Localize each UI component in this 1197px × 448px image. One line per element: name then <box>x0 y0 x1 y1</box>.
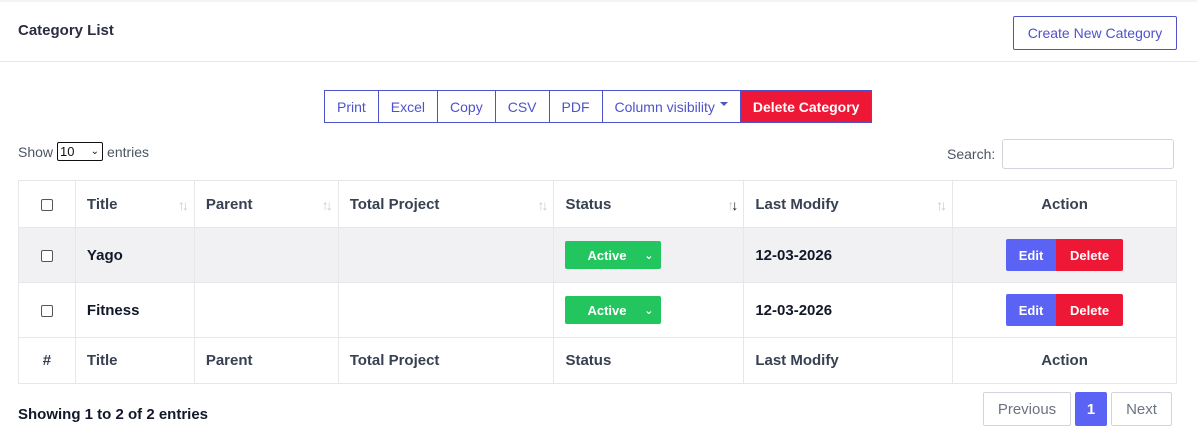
show-label: Show <box>18 143 54 160</box>
column-header-action: Action <box>952 180 1177 228</box>
column-visibility-label: Column visibility <box>614 98 715 115</box>
row-status-cell: Active ⌄ <box>553 227 745 283</box>
footer-status: Status <box>553 337 745 384</box>
entries-select[interactable]: 10 ⌄ <box>57 142 104 161</box>
create-category-button[interactable]: Create New Category <box>1013 16 1177 50</box>
row-actions: Edit Delete <box>952 282 1177 338</box>
sort-icon: ↑↓ <box>537 197 548 213</box>
row-total-project <box>337 282 555 338</box>
csv-button[interactable]: CSV <box>495 91 550 122</box>
status-value: Active <box>587 247 627 263</box>
row-total-project <box>337 227 555 283</box>
column-header-title[interactable]: Title ↑↓ <box>74 180 195 228</box>
footer-parent: Parent <box>193 337 339 384</box>
select-all-cell <box>18 180 76 228</box>
row-title: Yago <box>74 227 195 283</box>
delete-button[interactable]: Delete <box>1056 294 1124 326</box>
footer-action: Action <box>952 337 1177 384</box>
column-header-parent[interactable]: Parent ↑↓ <box>193 180 339 228</box>
row-last-modify: 12-03-2026 <box>743 227 954 283</box>
excel-button[interactable]: Excel <box>378 91 439 122</box>
entries-label: entries <box>107 143 150 160</box>
category-table: Title ↑↓ Parent ↑↓ Total Project ↑↓ Stat… <box>18 180 1177 384</box>
search-box: Search: <box>947 139 1175 169</box>
table-row: Fitness Active ⌄ 12-03-2026 Edit Delete <box>18 282 1177 338</box>
chevron-down-icon: ⌄ <box>644 249 654 262</box>
row-parent <box>193 227 339 283</box>
pagination: Previous 1 Next <box>983 392 1172 426</box>
chevron-down-icon: ⌄ <box>644 304 654 317</box>
card-header: Category List Create New Category <box>0 2 1197 62</box>
row-checkbox[interactable] <box>40 249 53 262</box>
sort-desc-icon: ↑↓ <box>727 197 738 213</box>
status-value: Active <box>587 302 627 318</box>
table-header-row: Title ↑↓ Parent ↑↓ Total Project ↑↓ Stat… <box>18 180 1177 228</box>
row-title: Fitness <box>74 282 195 338</box>
edit-button[interactable]: Edit <box>1006 294 1057 326</box>
next-page-button[interactable]: Next <box>1111 392 1172 426</box>
pdf-button[interactable]: PDF <box>549 91 603 122</box>
row-select-cell <box>18 282 76 338</box>
footer-hash: # <box>18 337 76 384</box>
row-status-cell: Active ⌄ <box>553 282 745 338</box>
entries-length: Show 10 ⌄ entries <box>18 142 149 161</box>
delete-button[interactable]: Delete <box>1056 239 1124 271</box>
status-select[interactable]: Active ⌄ <box>565 241 662 269</box>
row-last-modify: 12-03-2026 <box>743 282 954 338</box>
edit-button[interactable]: Edit <box>1006 239 1057 271</box>
row-select-cell <box>18 227 76 283</box>
print-button[interactable]: Print <box>325 91 379 122</box>
search-label: Search: <box>947 146 996 162</box>
footer-last-modify: Last Modify <box>743 337 954 384</box>
search-input[interactable] <box>1002 139 1175 169</box>
footer-title: Title <box>74 337 195 384</box>
previous-page-button[interactable]: Previous <box>983 392 1071 426</box>
footer-total-project: Total Project <box>337 337 555 384</box>
page-title: Category List <box>18 22 114 39</box>
column-visibility-button[interactable]: Column visibility <box>602 91 741 122</box>
sort-icon: ↑↓ <box>321 197 333 213</box>
column-header-last-modify[interactable]: Last Modify ↑↓ <box>743 180 954 228</box>
page-1-button[interactable]: 1 <box>1075 392 1107 426</box>
column-header-status[interactable]: Status ↑↓ <box>553 180 745 228</box>
status-select[interactable]: Active ⌄ <box>565 296 662 324</box>
select-all-checkbox[interactable] <box>40 198 53 211</box>
caret-down-icon <box>719 101 728 106</box>
delete-category-button[interactable]: Delete Category <box>740 91 872 122</box>
sort-icon: ↑↓ <box>936 197 947 213</box>
sort-icon: ↑↓ <box>177 197 189 213</box>
row-parent <box>193 282 339 338</box>
column-header-label: Last Modify <box>755 195 839 213</box>
table-footer-row: # Title Parent Total Project Status Last… <box>18 337 1177 384</box>
row-checkbox[interactable] <box>40 304 53 317</box>
row-actions: Edit Delete <box>952 227 1177 283</box>
copy-button[interactable]: Copy <box>438 91 496 122</box>
column-header-label: Total Project <box>349 195 440 213</box>
column-header-total-project[interactable]: Total Project ↑↓ <box>337 180 555 228</box>
column-header-label: Title <box>86 195 118 213</box>
export-toolbar: Print Excel Copy CSV PDF Column visibili… <box>324 90 873 123</box>
column-header-label: Status <box>565 195 612 213</box>
table-row: Yago Active ⌄ 12-03-2026 Edit Delete <box>18 227 1177 283</box>
table-info: Showing 1 to 2 of 2 entries <box>18 406 209 423</box>
entries-select-value: 10 <box>60 144 75 159</box>
chevron-down-icon: ⌄ <box>90 146 100 157</box>
column-header-label: Parent <box>205 195 253 213</box>
